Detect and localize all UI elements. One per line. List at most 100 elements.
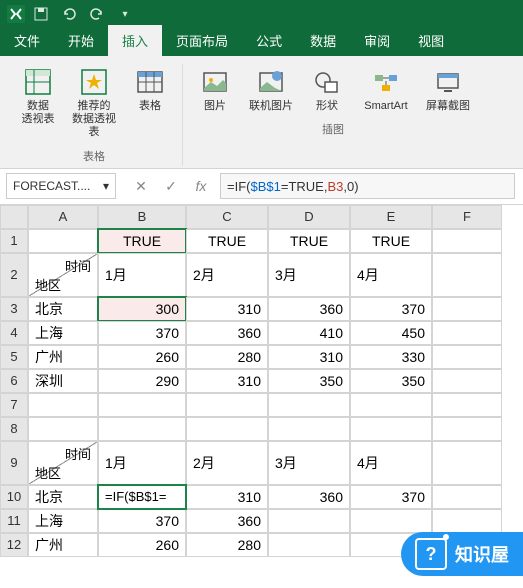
cell[interactable]: 350 xyxy=(350,369,432,393)
cell[interactable]: 330 xyxy=(350,345,432,369)
cell[interactable]: 广州 xyxy=(28,345,98,369)
cancel-button[interactable]: ✕ xyxy=(132,177,150,195)
cell[interactable] xyxy=(268,533,350,557)
cell[interactable]: 360 xyxy=(186,321,268,345)
row-header[interactable]: 3 xyxy=(0,297,28,321)
row-header[interactable]: 11 xyxy=(0,509,28,533)
cell[interactable]: 上海 xyxy=(28,509,98,533)
cell[interactable] xyxy=(432,253,502,297)
cell[interactable]: 300 xyxy=(98,297,186,321)
cell[interactable]: 310 xyxy=(186,297,268,321)
smartart-button[interactable]: SmartArt xyxy=(357,64,415,115)
row-header[interactable]: 1 xyxy=(0,229,28,253)
cell[interactable]: 260 xyxy=(98,533,186,557)
row-header[interactable]: 10 xyxy=(0,485,28,509)
cell[interactable]: 3月 xyxy=(268,441,350,485)
row-header[interactable]: 2 xyxy=(0,253,28,297)
pivot-table-button[interactable]: 数据透视表 xyxy=(12,64,64,142)
screenshot-button[interactable]: 屏幕截图 xyxy=(419,64,477,115)
cell[interactable]: 290 xyxy=(98,369,186,393)
cell[interactable] xyxy=(28,393,98,417)
cell[interactable] xyxy=(432,321,502,345)
tab-data[interactable]: 数据 xyxy=(296,25,350,56)
cell[interactable] xyxy=(432,509,502,533)
row-header[interactable]: 12 xyxy=(0,533,28,557)
cell[interactable]: 280 xyxy=(186,533,268,557)
tab-formulas[interactable]: 公式 xyxy=(242,25,296,56)
tab-insert[interactable]: 插入 xyxy=(108,25,162,56)
cell[interactable]: 370 xyxy=(98,321,186,345)
cell[interactable]: 280 xyxy=(186,345,268,369)
cell[interactable]: 360 xyxy=(268,297,350,321)
cell[interactable] xyxy=(28,229,98,253)
redo-icon[interactable] xyxy=(88,5,106,23)
cell[interactable]: 4月 xyxy=(350,441,432,485)
cell[interactable]: 370 xyxy=(350,297,432,321)
tab-review[interactable]: 审阅 xyxy=(350,25,404,56)
cell[interactable] xyxy=(432,297,502,321)
cell[interactable] xyxy=(432,369,502,393)
cell[interactable] xyxy=(350,393,432,417)
cell-diagonal[interactable]: 时间 地区 xyxy=(28,253,98,297)
cell[interactable]: 深圳 xyxy=(28,369,98,393)
cell[interactable]: 1月 xyxy=(98,253,186,297)
chevron-down-icon[interactable]: ▾ xyxy=(103,179,109,193)
row-header[interactable]: 4 xyxy=(0,321,28,345)
cell[interactable]: 350 xyxy=(268,369,350,393)
cell[interactable] xyxy=(28,417,98,441)
cell[interactable]: TRUE xyxy=(350,229,432,253)
cell[interactable]: 450 xyxy=(350,321,432,345)
row-header[interactable]: 7 xyxy=(0,393,28,417)
cell[interactable]: 2月 xyxy=(186,253,268,297)
col-header[interactable]: F xyxy=(432,205,502,229)
spreadsheet-grid[interactable]: A B C D E F 1 TRUE TRUE TRUE TRUE 2 时间 地… xyxy=(0,205,523,557)
cell[interactable] xyxy=(268,393,350,417)
name-box[interactable]: FORECAST.... ▾ xyxy=(6,173,116,199)
cell[interactable]: 4月 xyxy=(350,253,432,297)
row-header[interactable]: 9 xyxy=(0,441,28,485)
qat-dropdown-icon[interactable]: ▾ xyxy=(116,5,134,23)
col-header[interactable]: B xyxy=(98,205,186,229)
col-header[interactable]: A xyxy=(28,205,98,229)
cell[interactable] xyxy=(186,393,268,417)
cell[interactable]: 310 xyxy=(268,345,350,369)
cell[interactable] xyxy=(432,485,502,509)
enter-button[interactable]: ✓ xyxy=(162,177,180,195)
row-header[interactable]: 6 xyxy=(0,369,28,393)
tab-layout[interactable]: 页面布局 xyxy=(162,25,242,56)
cell[interactable]: TRUE xyxy=(268,229,350,253)
cell[interactable]: 310 xyxy=(186,485,268,509)
cell-diagonal[interactable]: 时间 地区 xyxy=(28,441,98,485)
pictures-button[interactable]: 图片 xyxy=(189,64,241,115)
col-header[interactable]: E xyxy=(350,205,432,229)
row-header[interactable]: 8 xyxy=(0,417,28,441)
formula-input[interactable]: =IF($B$1=TRUE,B3,0) xyxy=(220,173,515,199)
online-pictures-button[interactable]: 联机图片 xyxy=(245,64,297,115)
cell[interactable]: 3月 xyxy=(268,253,350,297)
cell[interactable] xyxy=(350,417,432,441)
cell[interactable] xyxy=(432,441,502,485)
cell[interactable]: 1月 xyxy=(98,441,186,485)
recommended-pivot-button[interactable]: 推荐的数据透视表 xyxy=(68,64,120,142)
cell[interactable]: 广州 xyxy=(28,533,98,557)
undo-icon[interactable] xyxy=(60,5,78,23)
cell[interactable]: 410 xyxy=(268,321,350,345)
cell[interactable] xyxy=(432,417,502,441)
cell[interactable]: TRUE xyxy=(98,229,186,253)
cell[interactable]: 260 xyxy=(98,345,186,369)
cell[interactable]: 2月 xyxy=(186,441,268,485)
cell[interactable]: 370 xyxy=(98,509,186,533)
cell[interactable]: 360 xyxy=(268,485,350,509)
cell[interactable] xyxy=(432,229,502,253)
cell[interactable] xyxy=(350,509,432,533)
cell[interactable]: TRUE xyxy=(186,229,268,253)
cell[interactable] xyxy=(268,509,350,533)
col-header[interactable]: C xyxy=(186,205,268,229)
fx-button[interactable]: fx xyxy=(192,177,210,195)
col-header[interactable]: D xyxy=(268,205,350,229)
cell-editing[interactable]: =IF($B$1= xyxy=(98,485,186,509)
cell[interactable] xyxy=(432,393,502,417)
tab-file[interactable]: 文件 xyxy=(0,25,54,56)
cell[interactable]: 北京 xyxy=(28,485,98,509)
cell[interactable] xyxy=(432,345,502,369)
